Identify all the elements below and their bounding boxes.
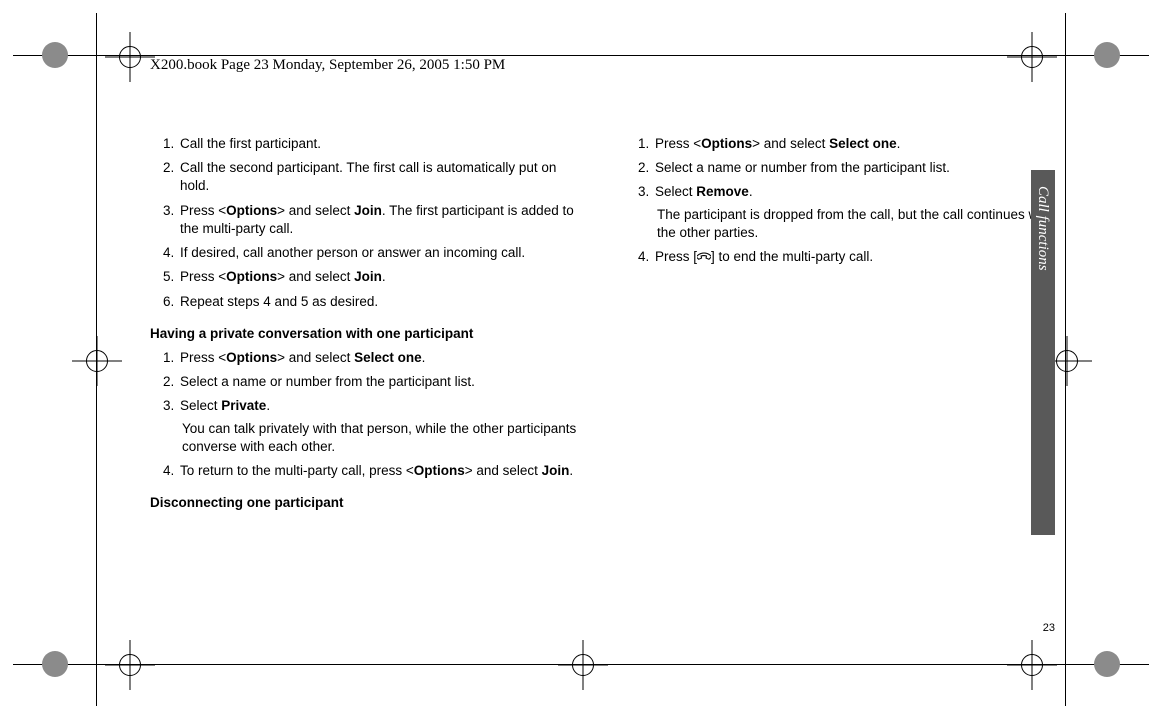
step-note: You can talk privately with that person,… xyxy=(182,420,585,456)
step-item: Select Private. You can talk privately w… xyxy=(178,397,585,456)
header-meta: X200.book Page 23 Monday, September 26, … xyxy=(150,55,505,75)
step-item: Call the second participant. The first c… xyxy=(178,159,585,195)
step-item: Press [] to end the multi-party call. xyxy=(653,248,1060,266)
page-number: 23 xyxy=(1043,621,1055,636)
reg-cross-icon xyxy=(109,644,151,686)
reg-dot-icon xyxy=(1094,651,1120,677)
subheading: Having a private conversation with one p… xyxy=(150,325,585,343)
reg-cross-icon xyxy=(562,644,604,686)
column-right: Press <Options> and select Select one. S… xyxy=(625,135,1060,519)
step-item: Select a name or number from the partici… xyxy=(653,159,1060,177)
step-item: Select a name or number from the partici… xyxy=(178,373,585,391)
step-item: To return to the multi-party call, press… xyxy=(178,462,585,480)
end-call-icon xyxy=(697,249,711,263)
step-item: Press <Options> and select Join. The fir… xyxy=(178,202,585,238)
subheading: Disconnecting one participant xyxy=(150,494,585,512)
step-item: Repeat steps 4 and 5 as desired. xyxy=(178,293,585,311)
reg-dot-icon xyxy=(42,42,68,68)
step-item: If desired, call another person or answe… xyxy=(178,244,585,262)
step-item: Call the first participant. xyxy=(178,135,585,153)
column-left: Call the first participant. Call the sec… xyxy=(150,135,585,519)
step-item: Press <Options> and select Join. xyxy=(178,268,585,286)
section-tab: Call functions xyxy=(1031,170,1055,535)
reg-dot-icon xyxy=(42,651,68,677)
step-item: Select Remove. The participant is droppe… xyxy=(653,183,1060,242)
step-note: The participant is dropped from the call… xyxy=(657,206,1060,242)
reg-dot-icon xyxy=(1094,42,1120,68)
reg-cross-icon xyxy=(109,36,151,78)
reg-cross-icon xyxy=(1011,36,1053,78)
reg-cross-icon xyxy=(1011,644,1053,686)
step-item: Press <Options> and select Select one. xyxy=(653,135,1060,153)
reg-cross-icon xyxy=(76,340,118,382)
step-item: Press <Options> and select Select one. xyxy=(178,349,585,367)
